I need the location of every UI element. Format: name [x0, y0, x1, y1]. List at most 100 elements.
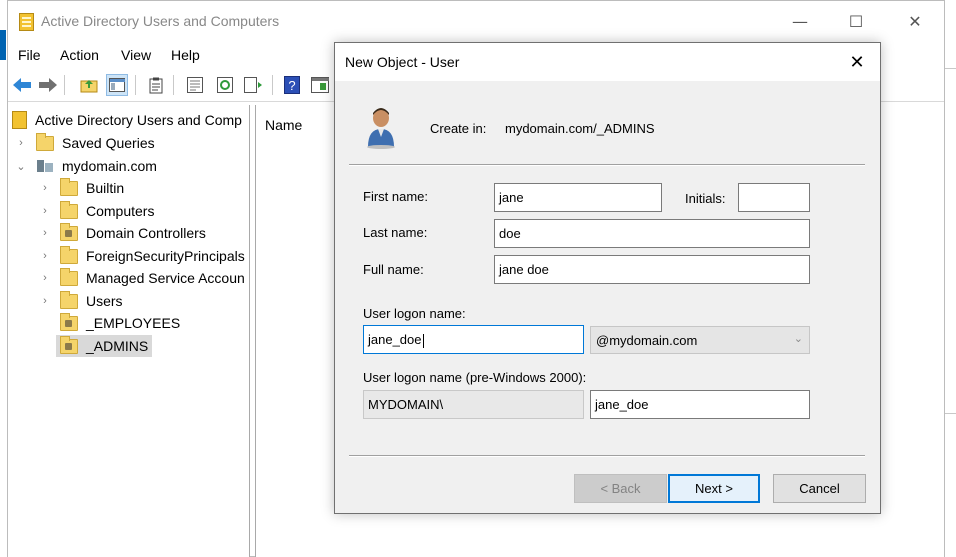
- menu-file[interactable]: File: [18, 47, 41, 63]
- minimize-button[interactable]: —: [777, 1, 823, 41]
- folder-icon: [60, 245, 78, 264]
- tree-selection: _ADMINS: [56, 335, 153, 357]
- tree-item-admins[interactable]: _ADMINS: [38, 335, 153, 357]
- tree-item-label: Domain Controllers: [86, 225, 206, 241]
- tree-item-label: Saved Queries: [62, 135, 155, 151]
- tree-item-employees[interactable]: _EMPLOYEES: [38, 312, 180, 334]
- desktop-edge: [0, 0, 7, 557]
- chevron-right-icon[interactable]: ›: [38, 205, 52, 217]
- chevron-down-icon[interactable]: ⌄: [14, 160, 28, 173]
- background-divider: [944, 68, 956, 69]
- chevron-right-icon[interactable]: ›: [38, 272, 52, 284]
- help-icon[interactable]: ?: [281, 74, 303, 96]
- ou-folder-icon: [60, 222, 78, 241]
- initials-field[interactable]: [738, 183, 810, 212]
- chevron-right-icon[interactable]: ›: [38, 295, 52, 307]
- forward-icon[interactable]: [37, 74, 59, 96]
- dialog-titlebar[interactable]: New Object - User ✕: [335, 43, 880, 81]
- back-button[interactable]: < Back: [574, 474, 667, 503]
- pre2000-logon-label: User logon name (pre-Windows 2000):: [363, 370, 587, 385]
- tree-item-domain-controllers[interactable]: › Domain Controllers: [38, 222, 206, 244]
- window-title: Active Directory Users and Computers: [41, 13, 280, 29]
- first-name-label: First name:: [363, 189, 429, 204]
- tree-item-computers[interactable]: › Computers: [38, 200, 154, 222]
- cancel-button[interactable]: Cancel: [773, 474, 866, 503]
- tree-item-label: Computers: [86, 203, 155, 219]
- full-name-label: Full name:: [363, 262, 424, 277]
- tree-item-mydomain[interactable]: ⌄ mydomain.com: [14, 155, 157, 177]
- properties-icon[interactable]: [184, 74, 206, 96]
- tree-root[interactable]: Active Directory Users and Comp: [12, 109, 242, 131]
- show-tree-icon[interactable]: [106, 74, 128, 96]
- tree-root-label: Active Directory Users and Comp: [35, 112, 242, 128]
- pre2000-logon-field[interactable]: jane_doe: [590, 390, 810, 419]
- aduc-root-icon: [12, 111, 27, 129]
- logon-name-label: User logon name:: [363, 306, 466, 321]
- clipboard-icon[interactable]: [145, 74, 167, 96]
- window-titlebar[interactable]: Active Directory Users and Computers — ☐…: [8, 1, 944, 41]
- chevron-down-icon: ⌄: [793, 333, 803, 345]
- tree-item-label: Managed Service Accoun: [86, 270, 245, 286]
- separator: [349, 164, 865, 166]
- refresh-icon[interactable]: [214, 74, 236, 96]
- folder-icon: [36, 132, 54, 151]
- tree-item-label: Builtin: [86, 180, 125, 196]
- text-caret: [422, 333, 424, 348]
- tree-item-saved-queries[interactable]: › Saved Queries: [14, 132, 155, 154]
- ou-folder-icon: [60, 312, 78, 331]
- background-window-accent: [0, 30, 6, 60]
- domain-icon: [36, 158, 54, 174]
- toolbar-separator: [64, 75, 65, 95]
- svg-text:?: ?: [288, 78, 295, 93]
- ou-folder-icon: [60, 335, 78, 354]
- tree-item-label: _EMPLOYEES: [86, 315, 181, 331]
- last-name-field[interactable]: doe: [494, 219, 810, 248]
- maximize-button[interactable]: ☐: [833, 1, 879, 41]
- create-in-label: Create in:: [430, 121, 487, 136]
- up-folder-icon[interactable]: [78, 74, 100, 96]
- chevron-right-icon[interactable]: ›: [38, 250, 52, 262]
- logon-name-field[interactable]: jane_doe: [363, 325, 584, 354]
- toolbar-separator: [173, 75, 174, 95]
- create-in-path: mydomain.com/_ADMINS: [505, 121, 655, 136]
- toolbar-separator: [135, 75, 136, 95]
- chevron-right-icon[interactable]: ›: [14, 137, 28, 149]
- full-name-field[interactable]: jane doe: [494, 255, 810, 284]
- folder-icon: [60, 290, 78, 309]
- upn-suffix-value: @mydomain.com: [596, 333, 698, 348]
- aduc-app-icon: [19, 13, 34, 31]
- tree-item-managed-service-accounts[interactable]: › Managed Service Accoun: [38, 267, 245, 289]
- export-icon[interactable]: [242, 74, 264, 96]
- toolbar-separator: [272, 75, 273, 95]
- console-icon[interactable]: [309, 74, 331, 96]
- tree-pane[interactable]: Active Directory Users and Comp › Saved …: [8, 105, 250, 557]
- initials-label: Initials:: [685, 191, 726, 206]
- last-name-label: Last name:: [363, 225, 428, 240]
- folder-icon: [60, 267, 78, 286]
- chevron-right-icon[interactable]: ›: [38, 227, 52, 239]
- user-icon: [365, 107, 399, 149]
- folder-icon: [60, 177, 78, 196]
- column-header-name[interactable]: Name: [265, 117, 302, 133]
- tree-item-foreign-security-principals[interactable]: › ForeignSecurityPrincipals: [38, 245, 245, 267]
- pre2000-domain-field: MYDOMAIN\: [363, 390, 584, 419]
- dialog-close-button[interactable]: ✕: [840, 47, 874, 77]
- tree-item-builtin[interactable]: › Builtin: [38, 177, 124, 199]
- tree-item-label: Users: [86, 293, 123, 309]
- menu-action[interactable]: Action: [60, 47, 99, 63]
- chevron-right-icon[interactable]: ›: [38, 182, 52, 194]
- upn-suffix-dropdown[interactable]: @mydomain.com ⌄: [590, 326, 810, 354]
- background-divider: [944, 413, 956, 414]
- logon-name-value: jane_doe: [368, 332, 422, 347]
- next-button[interactable]: Next >: [668, 474, 760, 503]
- new-user-dialog: New Object - User ✕ Create in: mydomain.…: [334, 42, 881, 514]
- tree-item-label: ForeignSecurityPrincipals: [86, 248, 245, 264]
- first-name-field[interactable]: jane: [494, 183, 662, 212]
- menu-view[interactable]: View: [121, 47, 151, 63]
- separator: [349, 455, 865, 457]
- tree-item-label: mydomain.com: [62, 158, 157, 174]
- back-icon[interactable]: [11, 74, 33, 96]
- window-close-button[interactable]: ✕: [892, 1, 938, 41]
- menu-help[interactable]: Help: [171, 47, 200, 63]
- tree-item-users[interactable]: › Users: [38, 290, 123, 312]
